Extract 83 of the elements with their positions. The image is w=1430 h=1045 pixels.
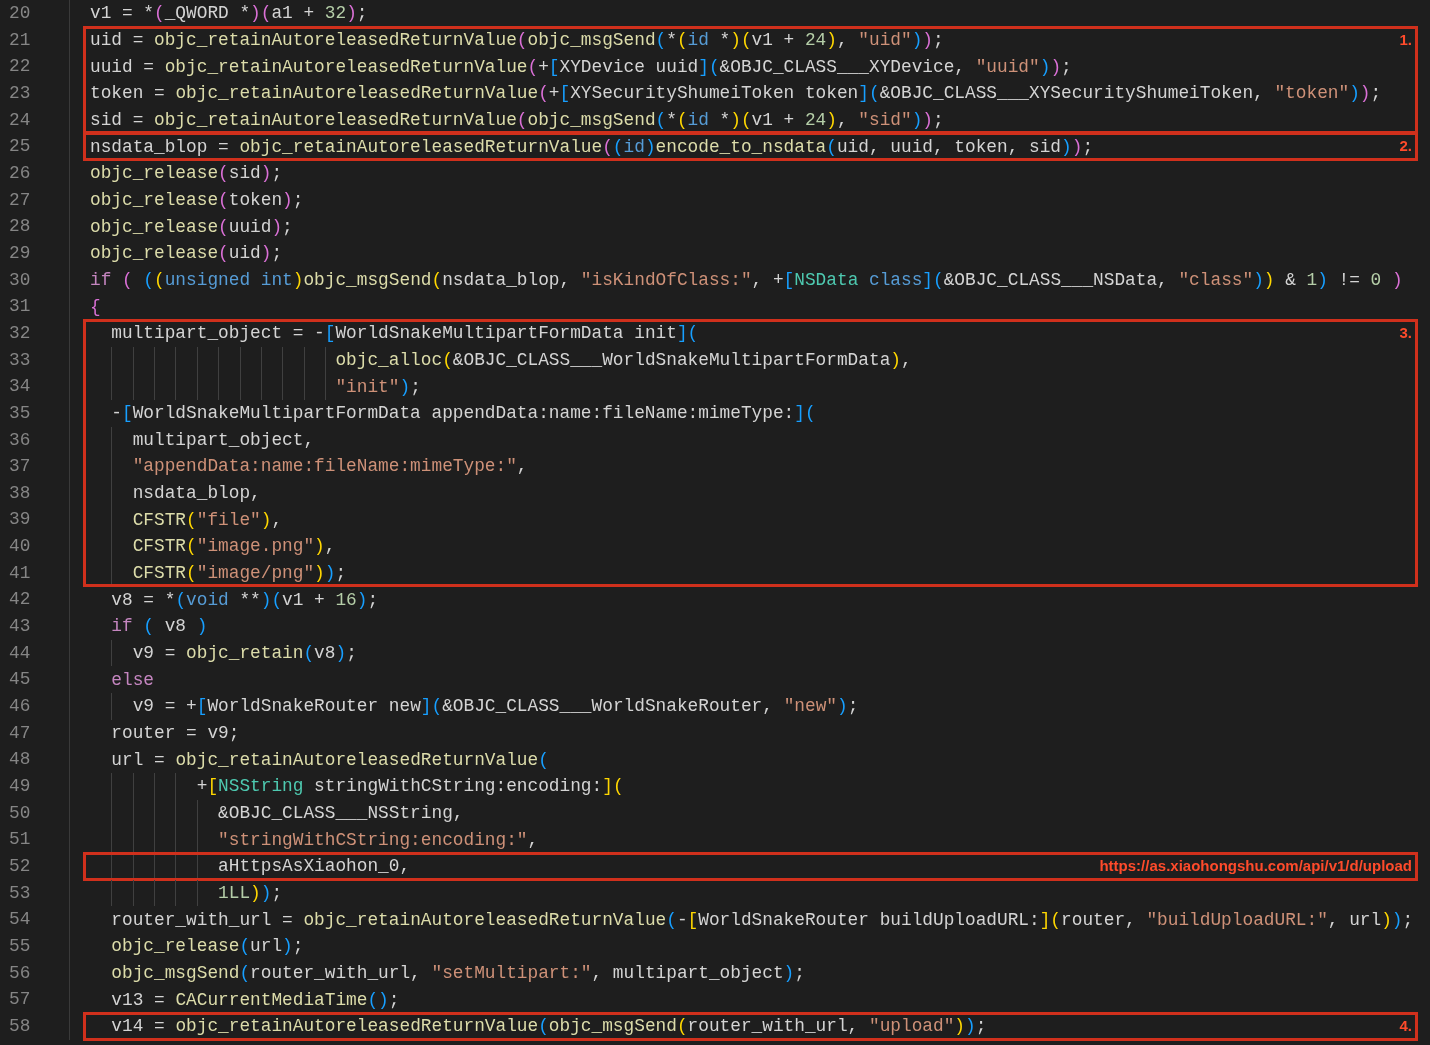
code-line: CFSTR("image/png")); <box>131 565 347 582</box>
line-number: 32 <box>9 321 31 345</box>
annotation-label: 1. <box>1399 29 1412 50</box>
line-number: 39 <box>9 508 31 532</box>
code-line: multipart_object = -[WorldSnakeMultipartFormData init]( <box>110 325 699 342</box>
line-number: 41 <box>9 561 31 585</box>
line-number: 21 <box>9 28 31 52</box>
code-line: v9 = +[WorldSnakeRouter new](&OBJC_CLASS___WorldSnakeRouter, "new"); <box>131 698 859 715</box>
line-number: 36 <box>9 428 31 452</box>
code-line: nsdata_blop, <box>131 485 261 502</box>
code-line: aHttpsAsXiaohon_0, <box>217 858 411 875</box>
line-number: 54 <box>9 908 31 932</box>
code-line: objc_release(token); <box>90 191 304 208</box>
line-number: 56 <box>9 961 31 985</box>
code-line: &OBJC_CLASS___NSString, <box>217 805 464 821</box>
line-number: 24 <box>9 108 31 132</box>
line-number: 43 <box>9 615 31 639</box>
line-number: 25 <box>9 135 31 159</box>
code-line: 1LL)); <box>217 885 283 901</box>
line-number: 29 <box>9 241 31 265</box>
code-line: if ( v8 ) <box>110 618 208 635</box>
code-line: token = objc_retainAutoreleasedReturnValue(+[XYSecurityShumeiToken token](&OBJC_CLASS___XYSecurityShumeiToken, "token")); <box>90 85 1382 102</box>
code-line: else <box>110 671 155 688</box>
code-line: sid = objc_retainAutoreleasedReturnValue(objc_msgSend(*(id *)(v1 + 24), "sid")); <box>90 111 944 128</box>
code-line: "init"); <box>334 378 421 395</box>
line-number: 49 <box>9 775 31 799</box>
code-line: objc_release(uid); <box>90 245 283 262</box>
annotation-label: https://as.xiaohongshu.com/api/v1/d/upload <box>1099 856 1412 876</box>
code-line: objc_msgSend(router_with_url, "setMultipart:", multipart_object); <box>110 964 805 981</box>
line-number: 23 <box>9 81 31 105</box>
line-number: 27 <box>9 188 31 212</box>
code-line: objc_release(uuid); <box>90 218 293 235</box>
line-number: 45 <box>9 668 31 692</box>
annotation-label: 4. <box>1399 1015 1412 1036</box>
code-line: multipart_object, <box>131 431 315 448</box>
code-line: "stringWithCString:encoding:", <box>217 831 539 848</box>
line-number: 22 <box>9 55 31 79</box>
line-number: 30 <box>9 268 31 292</box>
line-number: 28 <box>9 215 31 239</box>
code-line: v14 = objc_retainAutoreleasedReturnValue(objc_msgSend(router_with_url, "upload")); <box>110 1018 987 1035</box>
code-line: { <box>90 298 101 315</box>
line-number: 35 <box>9 401 31 425</box>
code-line: if ( ((unsigned int)objc_msgSend(nsdata_blop, "isKindOfClass:", +[NSData class](&OBJC_CLASS___NSData, "class")) & 1) != 0 ) <box>90 271 1403 288</box>
code-line: objc_release(sid); <box>90 165 283 182</box>
code-line: v13 = CACurrentMediaTime(); <box>110 991 400 1008</box>
line-number: 33 <box>9 348 31 372</box>
line-number: 44 <box>9 641 31 665</box>
line-number: 37 <box>9 455 31 479</box>
line-number: 52 <box>9 855 31 878</box>
line-number: 26 <box>9 161 31 185</box>
code-line: url = objc_retainAutoreleasedReturnValue( <box>110 751 549 768</box>
line-number: 46 <box>9 695 31 719</box>
annotation-label: 2. <box>1399 136 1412 157</box>
line-number: 51 <box>9 828 31 852</box>
line-number: 58 <box>9 1014 31 1038</box>
code-line: CFSTR("file"), <box>131 511 283 528</box>
line-number: 38 <box>9 481 31 505</box>
line-number: 40 <box>9 535 31 559</box>
line-number: 34 <box>9 375 31 399</box>
line-number: 20 <box>9 2 31 25</box>
line-number: 57 <box>9 988 31 1012</box>
line-number: 47 <box>9 721 31 745</box>
line-number: 31 <box>9 295 31 319</box>
code-line: "appendData:name:fileName:mimeType:", <box>131 458 528 475</box>
code-line: uid = objc_retainAutoreleasedReturnValue(objc_msgSend(*(id *)(v1 + 24), "uid")); <box>90 32 944 48</box>
code-line: uuid = objc_retainAutoreleasedReturnValue(+[XYDevice uuid](&OBJC_CLASS___XYDevice, "uuid")); <box>90 58 1072 75</box>
line-number: 53 <box>9 881 31 905</box>
line-number: 50 <box>9 801 31 825</box>
code-line: objc_alloc(&OBJC_CLASS___WorldSnakeMultipartFormData), <box>334 351 912 368</box>
code-line: v8 = *(void **)(v1 + 16); <box>110 591 379 608</box>
code-line: objc_release(url); <box>110 938 304 955</box>
code-line: nsdata_blop = objc_retainAutoreleasedReturnValue((id)encode_to_nsdata(uid, uuid, token, sid)); <box>90 138 1094 155</box>
code-line: CFSTR("image.png"), <box>131 538 336 555</box>
line-number: 48 <box>9 748 31 772</box>
code-line: +[NSString stringWithCString:encoding:]( <box>195 778 624 795</box>
code-line: router = v9; <box>110 725 240 742</box>
line-number: 55 <box>9 934 31 958</box>
annotation-label: 3. <box>1399 322 1412 343</box>
code-line: router_with_url = objc_retainAutoreleasedReturnValue(-[WorldSnakeRouter buildUploadURL:](router, "buildUploadURL:", url)); <box>110 911 1414 928</box>
code-line: -[WorldSnakeMultipartFormData appendData:name:fileName:mimeType:]( <box>110 405 816 422</box>
code-line: v1 = *(_QWORD *)(a1 + 32); <box>90 5 368 22</box>
line-number: 42 <box>9 588 31 612</box>
code-line: v9 = objc_retain(v8); <box>131 645 357 662</box>
